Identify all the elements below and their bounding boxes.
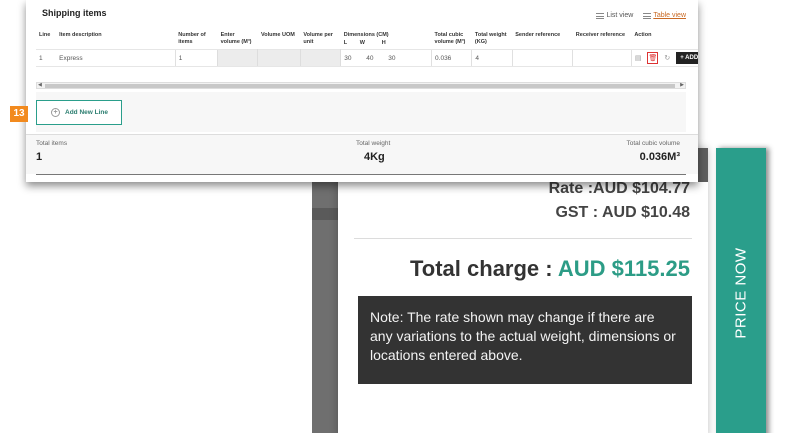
bottom-divider — [36, 174, 686, 175]
table-icon — [643, 12, 652, 19]
total-charge: Total charge : AUD $115.25 — [410, 256, 690, 282]
col-sender: Sender reference — [515, 32, 561, 38]
scroll-left-arrow-icon[interactable]: ◀ — [38, 82, 42, 88]
background-strip — [312, 148, 338, 433]
total-charge-value: AUD $115.25 — [557, 256, 690, 281]
dim-l-heading: L — [343, 40, 348, 46]
cubic-volume-field[interactable]: 0.036 — [431, 49, 472, 67]
total-weight-value: 4Kg — [364, 151, 385, 163]
dims-heading: Dimensions (CM) — [343, 32, 389, 38]
view-toggle: List view Table view — [596, 12, 686, 19]
item-description-field[interactable]: Express — [56, 49, 176, 67]
col-number: Number of items — [178, 32, 206, 45]
dim-w-heading: W — [359, 40, 365, 46]
totals-bar: Total items 1 Total weight 4Kg Total cub… — [26, 134, 698, 174]
action-cell: ▤ 🗑 ↻ + ADD — [630, 49, 698, 67]
add-new-line-button[interactable]: + Add New Line — [36, 100, 122, 125]
col-weight: Total weight (KG) — [474, 32, 507, 45]
col-line: Line — [39, 32, 51, 38]
col-action: Action — [634, 32, 652, 38]
step-number-badge: 13 — [10, 106, 28, 122]
height-field[interactable]: 30 — [388, 55, 410, 62]
col-description: Item description — [59, 32, 102, 38]
total-items-label: Total items — [36, 140, 68, 147]
volume-uom-field[interactable] — [257, 49, 301, 67]
strip-notch — [312, 208, 338, 220]
add-line-area: + Add New Line — [36, 92, 686, 132]
table-view-label: Table view — [653, 12, 686, 19]
pricing-section: Rate :AUD $104.77 GST : AUD $10.48 Total… — [312, 148, 772, 433]
price-summary-card: Rate :AUD $104.77 GST : AUD $10.48 Total… — [338, 148, 708, 433]
gst-text: GST : AUD $10.48 — [555, 204, 690, 221]
table-row: 1 Express 1 30 40 30 0.036 4 ▤ 🗑 ↻ + ADD — [36, 49, 698, 67]
length-field[interactable]: 30 — [344, 55, 366, 62]
table-view-link[interactable]: Table view — [643, 12, 686, 19]
width-field[interactable]: 40 — [366, 55, 388, 62]
copy-icon[interactable]: ▤ — [635, 52, 642, 64]
col-uom: Volume UOM — [260, 32, 295, 38]
total-charge-label: Total charge : — [409, 256, 558, 281]
scrollbar-thumb[interactable] — [45, 84, 675, 88]
table-header-row: Line Item description Number of items En… — [36, 30, 698, 50]
divider — [354, 238, 692, 239]
shipping-items-panel: Shipping items List view Table view Line… — [26, 0, 698, 182]
col-cubic: Total cubic volume (M³) — [434, 32, 466, 45]
price-now-button[interactable]: PRICE NOW — [716, 148, 766, 433]
sender-reference-field[interactable] — [511, 49, 573, 67]
col-volume: Enter volume (M³) — [220, 32, 252, 45]
scroll-right-arrow-icon[interactable]: ▶ — [680, 82, 684, 88]
total-cubic-value: 0.036M³ — [639, 151, 680, 163]
dimensions-cell: 30 40 30 — [340, 49, 432, 67]
refresh-icon[interactable]: ↻ — [664, 52, 670, 64]
price-now-label: PRICE NOW — [732, 247, 750, 339]
horizontal-scrollbar[interactable]: ◀ ▶ — [36, 82, 686, 89]
panel-title: Shipping items — [42, 8, 107, 18]
col-receiver: Receiver reference — [575, 32, 626, 38]
plus-circle-icon: + — [51, 108, 60, 117]
rate-note: Note: The rate shown may change if there… — [358, 296, 692, 384]
receiver-reference-field[interactable] — [572, 49, 632, 67]
weight-field[interactable]: 4 — [471, 49, 513, 67]
total-items-value: 1 — [36, 151, 43, 163]
total-cubic-label: Total cubic volume — [626, 140, 680, 147]
col-per-unit: Volume per unit — [303, 32, 333, 45]
dim-h-heading: H — [381, 40, 386, 46]
add-new-line-label: Add New Line — [65, 109, 108, 116]
volume-per-unit-field[interactable] — [299, 49, 342, 67]
volume-field[interactable] — [217, 49, 259, 67]
number-of-items-field[interactable]: 1 — [174, 49, 218, 67]
col-dimensions: Dimensions (CM) L W H — [341, 30, 432, 50]
list-icon — [596, 12, 605, 19]
items-table: Line Item description Number of items En… — [36, 30, 698, 67]
total-weight-label: Total weight — [356, 140, 391, 147]
cell-line: 1 — [36, 49, 57, 67]
list-view-link[interactable]: List view — [596, 12, 633, 19]
rate-text: Rate :AUD $104.77 — [548, 180, 690, 197]
list-view-label: List view — [606, 12, 634, 19]
delete-icon[interactable]: 🗑 — [647, 52, 659, 64]
add-item-button[interactable]: + ADD — [676, 52, 698, 64]
